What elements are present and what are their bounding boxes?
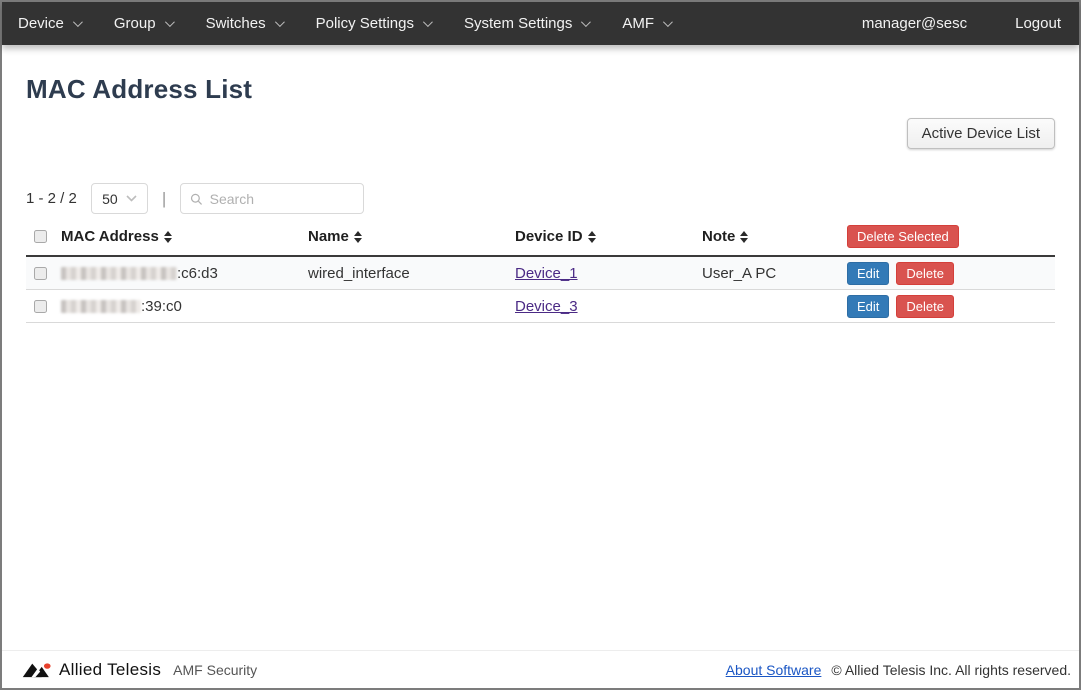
name-cell: wired_interface — [308, 264, 410, 282]
brand-name: Allied Telesis — [59, 659, 162, 679]
nav-item-label: Device — [18, 15, 64, 32]
chevron-down-icon — [422, 17, 433, 28]
nav-item-group[interactable]: Group — [113, 15, 175, 32]
about-software-link[interactable]: About Software — [726, 662, 822, 678]
main-content: MAC Address List Active Device List 1 - … — [2, 74, 1079, 323]
chevron-down-icon — [274, 17, 285, 28]
top-actions: Active Device List — [26, 118, 1055, 149]
chevron-down-icon — [663, 17, 673, 28]
nav-item-policy-settings[interactable]: Policy Settings — [315, 15, 433, 32]
separator: | — [161, 188, 167, 208]
edit-button[interactable]: Edit — [847, 294, 890, 318]
sort-icon[interactable] — [353, 230, 362, 243]
delete-button[interactable]: Delete — [896, 261, 954, 285]
redacted-mac-prefix — [61, 299, 141, 313]
nav-item-switches[interactable]: Switches — [205, 15, 285, 32]
row-checkbox[interactable] — [34, 299, 47, 313]
chevron-down-icon — [164, 17, 175, 28]
copyright-text: © Allied Telesis Inc. All rights reserve… — [831, 661, 1071, 678]
nav-item-amf[interactable]: AMF — [622, 15, 673, 32]
mac-address-cell: :c6:d3 — [61, 265, 308, 282]
list-controls: 1 - 2 / 2 50 | — [26, 183, 1055, 214]
logged-in-user: manager@sesc — [861, 15, 968, 32]
logout-button[interactable]: Logout — [1015, 15, 1061, 32]
sort-icon[interactable] — [163, 230, 172, 243]
top-navbar: Device Group Switches Policy Settings Sy… — [2, 2, 1079, 45]
column-header-name[interactable]: Name — [308, 228, 515, 245]
device-link[interactable]: Device_3 — [515, 298, 578, 315]
footer-right: About Software © Allied Telesis Inc. All… — [726, 662, 1071, 678]
row-checkbox[interactable] — [34, 266, 47, 280]
search-box — [180, 183, 365, 214]
table-row: :c6:d3 wired_interface Device_1 User_A P… — [26, 257, 1055, 290]
product-name: AMF Security — [173, 661, 258, 678]
search-icon — [191, 193, 203, 205]
device-id-cell: Device_1 — [515, 265, 702, 282]
chevron-down-icon — [126, 195, 137, 202]
page-size-value: 50 — [102, 190, 118, 207]
pagination-range: 1 - 2 / 2 — [26, 190, 77, 207]
page-title: MAC Address List — [26, 74, 253, 104]
device-id-cell: Device_3 — [515, 298, 702, 315]
chevron-down-icon — [72, 17, 83, 28]
sort-icon[interactable] — [740, 230, 749, 243]
column-header-note[interactable]: Note — [702, 228, 847, 245]
sort-icon[interactable] — [587, 230, 596, 243]
brand: Allied Telesis — [22, 660, 161, 680]
search-input[interactable] — [209, 190, 355, 207]
table-header-row: MAC Address Name Device ID Note Delete S… — [26, 221, 1055, 257]
page-size-select[interactable]: 50 — [90, 183, 148, 214]
nav-item-system-settings[interactable]: System Settings — [463, 15, 592, 32]
nav-item-label: Switches — [205, 15, 266, 32]
delete-selected-button[interactable]: Delete Selected — [847, 225, 959, 248]
device-link[interactable]: Device_1 — [515, 265, 578, 282]
delete-button[interactable]: Delete — [896, 294, 954, 318]
mac-address-table: MAC Address Name Device ID Note Delete S… — [26, 221, 1055, 323]
nav-item-label: Policy Settings — [315, 15, 414, 32]
nav-item-label: AMF — [622, 15, 655, 32]
edit-button[interactable]: Edit — [847, 261, 890, 285]
active-device-list-button[interactable]: Active Device List — [906, 118, 1055, 149]
nav-item-label: System Settings — [463, 15, 573, 32]
chevron-down-icon — [581, 17, 592, 28]
column-header-mac-address[interactable]: MAC Address — [61, 228, 308, 245]
footer: Allied Telesis AMF Security About Softwa… — [2, 650, 1079, 688]
nav-menu: Device Group Switches Policy Settings Sy… — [18, 15, 673, 32]
nav-right: manager@sesc Logout — [862, 15, 1061, 32]
nav-item-device[interactable]: Device — [18, 15, 83, 32]
select-all-checkbox[interactable] — [34, 230, 47, 243]
mac-address-cell: :39:c0 — [61, 298, 308, 315]
table-row: :39:c0 Device_3 Edit Delete — [26, 290, 1055, 323]
mac-address-list-page: { "navbar": { "items": [ { "label": "Dev… — [0, 0, 1081, 690]
nav-item-label: Group — [113, 15, 156, 32]
note-cell: User_A PC — [702, 264, 777, 282]
allied-telesis-logo — [22, 662, 51, 677]
column-header-device-id[interactable]: Device ID — [515, 228, 702, 245]
redacted-mac-prefix — [61, 266, 177, 280]
